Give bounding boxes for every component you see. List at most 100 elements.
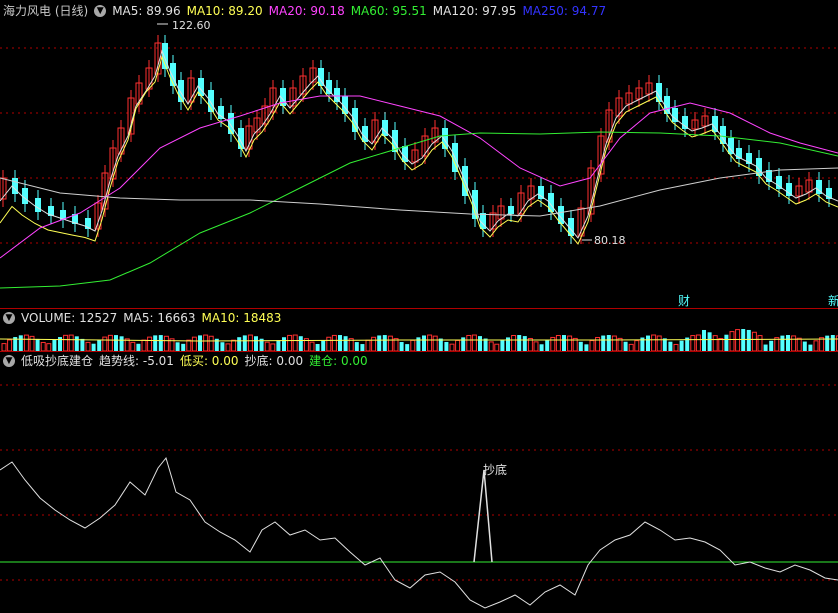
volume-bar [702, 329, 706, 351]
volume-bar [494, 343, 500, 351]
high-price-label: 122.60 [172, 19, 211, 32]
collapse-arrow-icon[interactable]: ▼ [3, 355, 15, 367]
volume-bar [141, 339, 147, 351]
volume-bar [136, 343, 141, 351]
volume-bar [634, 340, 640, 351]
collapse-arrow-icon[interactable]: ▼ [3, 312, 15, 324]
volume-bar [343, 336, 348, 351]
volume-bar [119, 336, 124, 351]
volume-bar [601, 335, 606, 351]
volume-bar [757, 335, 763, 351]
volume-bar [276, 340, 281, 351]
volume-bar [175, 342, 180, 351]
indicator-title: 低吸抄底建仓 [21, 354, 94, 368]
volume-bar [163, 335, 169, 351]
volume-bar [796, 337, 802, 351]
volume-bar [791, 335, 797, 351]
volume-bar [455, 339, 461, 351]
volume-bar [292, 334, 298, 351]
cai-badge[interactable]: 财 [678, 292, 690, 309]
ma10-line [0, 55, 838, 245]
volume-bar [23, 334, 29, 351]
indicator-header: ▼ 低吸抄底建仓 趋势线: -5.01 低买: 0.00 抄底: 0.00 建仓… [0, 352, 368, 370]
volume-bar [813, 340, 819, 351]
volume-bar [611, 335, 617, 351]
volume-bar [679, 340, 684, 351]
volume-bar [466, 334, 472, 351]
volume-chart[interactable] [0, 327, 838, 351]
volume-bar [606, 335, 611, 351]
volume-bar [405, 344, 410, 351]
volume-bar [315, 343, 320, 351]
volume-bar [7, 339, 13, 351]
volume-bar [360, 344, 365, 351]
volume-bar [63, 334, 69, 351]
volume-bar [85, 341, 91, 351]
volume-bar [371, 336, 377, 351]
xin-badge[interactable]: 新 [828, 292, 838, 309]
volume-bar [203, 334, 209, 351]
volume-bar [354, 342, 359, 351]
volume-bar [225, 343, 231, 351]
chaodi-mark: 抄底 [483, 462, 507, 477]
volume-bar [186, 339, 192, 351]
volume-bar [242, 335, 247, 351]
volume-bar [449, 343, 455, 351]
volume-bar [746, 329, 751, 351]
volume-bar [198, 335, 202, 351]
jiancang-label: 建仓: 0.00 [309, 354, 368, 368]
volume-bar [254, 336, 258, 351]
volume-bar [97, 340, 102, 351]
volume-bar [237, 337, 242, 351]
volume-bar [264, 341, 270, 351]
volume-bar [555, 335, 561, 351]
volume-bar [567, 335, 573, 351]
volume-bar [338, 335, 342, 351]
candle-down [508, 206, 514, 214]
volume-bar [40, 341, 46, 351]
volume-bar [444, 341, 449, 351]
volume-bar [422, 335, 426, 351]
volume-bar [718, 337, 724, 351]
volume-bar [578, 341, 583, 351]
volume-bar [819, 337, 825, 351]
volume-bar [545, 340, 550, 351]
volume-bar [735, 329, 741, 351]
candle-down [326, 80, 332, 94]
volume-bar [153, 335, 158, 351]
volume-bar [270, 343, 276, 351]
candle-down [334, 88, 340, 102]
volume-bar [365, 339, 371, 351]
volume-bar [802, 341, 807, 351]
candle-down [35, 198, 41, 212]
indicator-chart[interactable]: 抄底 [0, 370, 838, 613]
collapse-arrow-icon[interactable]: ▼ [94, 5, 107, 17]
volume-bar [231, 339, 237, 351]
volume-bar [506, 337, 510, 351]
volume-bar [410, 339, 416, 351]
volume-bar [387, 335, 393, 351]
volume-header: ▼ VOLUME: 12527 MA5: 16663 MA10: 18483 [0, 309, 281, 327]
volume-bar [786, 335, 790, 351]
chaodi-spike [473, 469, 493, 563]
volume-bar [751, 331, 757, 351]
volume-bar [1, 343, 7, 351]
price-chart[interactable]: 122.60 80.18 [0, 18, 838, 308]
volume-bar [651, 334, 657, 351]
volume-bar [326, 336, 332, 351]
volume-bar [208, 335, 214, 351]
volume-bar [690, 335, 696, 351]
volume-bar [533, 341, 539, 351]
volume-bar [707, 332, 712, 351]
volume-bar [68, 334, 74, 351]
volume-bar [628, 343, 634, 351]
ma120-line [0, 167, 838, 217]
volume-bar [102, 336, 108, 351]
volume-bar [46, 343, 52, 351]
volume-bar [562, 335, 566, 351]
volume-bar [74, 336, 79, 351]
volume-bar [500, 340, 505, 351]
volume-bar [309, 341, 315, 351]
volume-bar [382, 335, 387, 351]
volume-bar [399, 342, 404, 351]
